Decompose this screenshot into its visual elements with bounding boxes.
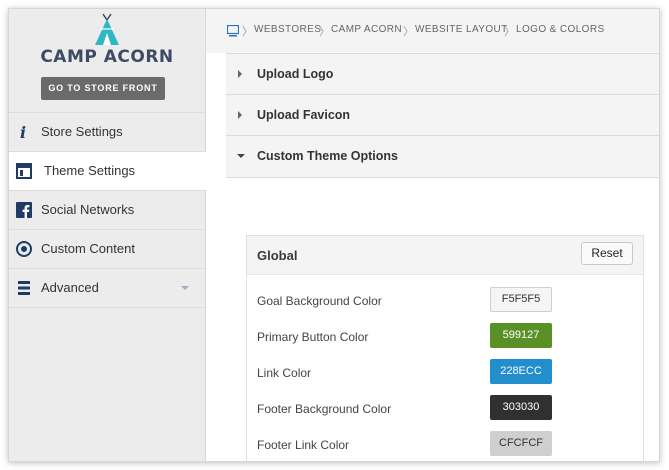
color-swatch[interactable]: F5F5F5 (490, 287, 552, 312)
brand-name: CAMP ACORN (40, 47, 174, 67)
breadcrumb-separator: 〉 (403, 26, 414, 38)
sidebar-item-advanced[interactable]: Advanced (9, 268, 205, 308)
sidebar-item-custom-content[interactable]: Custom Content (9, 229, 205, 268)
brand-logo[interactable]: CAMP ACORN (9, 13, 205, 67)
color-row-footer-background: Footer Background Color 303030 (247, 395, 643, 423)
color-swatch[interactable]: CFCFCF (490, 431, 552, 456)
breadcrumb-separator: 〉 (242, 26, 253, 38)
color-label: Primary Button Color (257, 330, 369, 344)
color-row-link: Link Color 228ECC (247, 359, 643, 387)
layout-icon (16, 163, 32, 179)
accordion-upload-logo[interactable]: Upload Logo (226, 53, 659, 95)
sidebar-item-label: Social Networks (41, 202, 135, 217)
accordion-label: Custom Theme Options (257, 149, 398, 163)
color-swatch[interactable]: 599127 (490, 323, 552, 348)
breadcrumb-separator: 〉 (504, 26, 515, 38)
color-label: Goal Background Color (257, 294, 382, 308)
accordion-label: Upload Favicon (257, 108, 351, 122)
chevron-right-icon (238, 111, 242, 119)
app-window: CAMP ACORN GO TO STORE FRONT i Store Set… (8, 8, 660, 462)
sidebar-item-store-settings[interactable]: i Store Settings (9, 112, 205, 151)
accordion-label: Upload Logo (257, 67, 334, 81)
color-swatch[interactable]: 303030 (490, 395, 552, 420)
global-panel-title: Global (257, 248, 298, 263)
color-label: Footer Link Color (257, 438, 350, 452)
sidebar-item-label: Store Settings (41, 124, 123, 139)
chevron-down-icon[interactable] (181, 286, 189, 290)
accordion-custom-theme-options[interactable]: Custom Theme Options (226, 135, 659, 177)
color-label: Footer Background Color (257, 402, 392, 416)
facebook-icon (16, 202, 32, 218)
svg-text:i: i (20, 124, 26, 140)
sidebar: CAMP ACORN GO TO STORE FRONT i Store Set… (9, 9, 206, 461)
teepee-icon (95, 13, 119, 45)
custom-theme-options-panel: Global Reset Goal Background Color F5F5F… (226, 177, 659, 461)
breadcrumb-camp-acorn[interactable]: CAMP ACORN (331, 24, 402, 35)
color-row-primary-button: Primary Button Color 599127 (247, 323, 643, 351)
breadcrumb: 〉 WEBSTORES 〉 CAMP ACORN 〉 WEBSITE LAYOU… (206, 9, 659, 53)
sidebar-item-label: Advanced (41, 280, 99, 295)
target-icon (16, 241, 32, 257)
monitor-icon[interactable] (227, 25, 239, 37)
color-swatch[interactable]: 228ECC (490, 359, 552, 384)
global-panel-header: Global Reset (247, 236, 643, 275)
sidebar-item-label: Custom Content (41, 241, 135, 256)
chevron-right-icon (238, 70, 242, 78)
breadcrumb-website-layout[interactable]: WEBSITE LAYOUT (415, 24, 508, 35)
breadcrumb-separator: 〉 (319, 26, 330, 38)
breadcrumb-logo-colors: LOGO & COLORS (516, 24, 605, 35)
sidebar-item-label: Theme Settings (44, 163, 136, 178)
info-icon: i (20, 124, 26, 140)
reset-button[interactable]: Reset (581, 242, 633, 265)
chevron-down-icon (237, 154, 245, 158)
accordion-upload-favicon[interactable]: Upload Favicon (226, 94, 659, 136)
sidebar-item-theme-settings[interactable]: Theme Settings (9, 151, 206, 190)
go-to-store-front-button[interactable]: GO TO STORE FRONT (41, 77, 165, 100)
global-settings-panel: Global Reset Goal Background Color F5F5F… (246, 235, 644, 461)
color-row-goal-background: Goal Background Color F5F5F5 (247, 287, 643, 315)
sidebar-item-social-networks[interactable]: Social Networks (9, 190, 205, 229)
sidebar-nav: i Store Settings Theme Settings Social N… (9, 112, 206, 308)
color-label: Link Color (257, 366, 312, 380)
main-content: 〉 WEBSTORES 〉 CAMP ACORN 〉 WEBSITE LAYOU… (206, 9, 659, 461)
color-row-footer-link: Footer Link Color CFCFCF (247, 431, 643, 459)
menu-icon (18, 281, 30, 295)
breadcrumb-webstores[interactable]: WEBSTORES (254, 24, 321, 35)
